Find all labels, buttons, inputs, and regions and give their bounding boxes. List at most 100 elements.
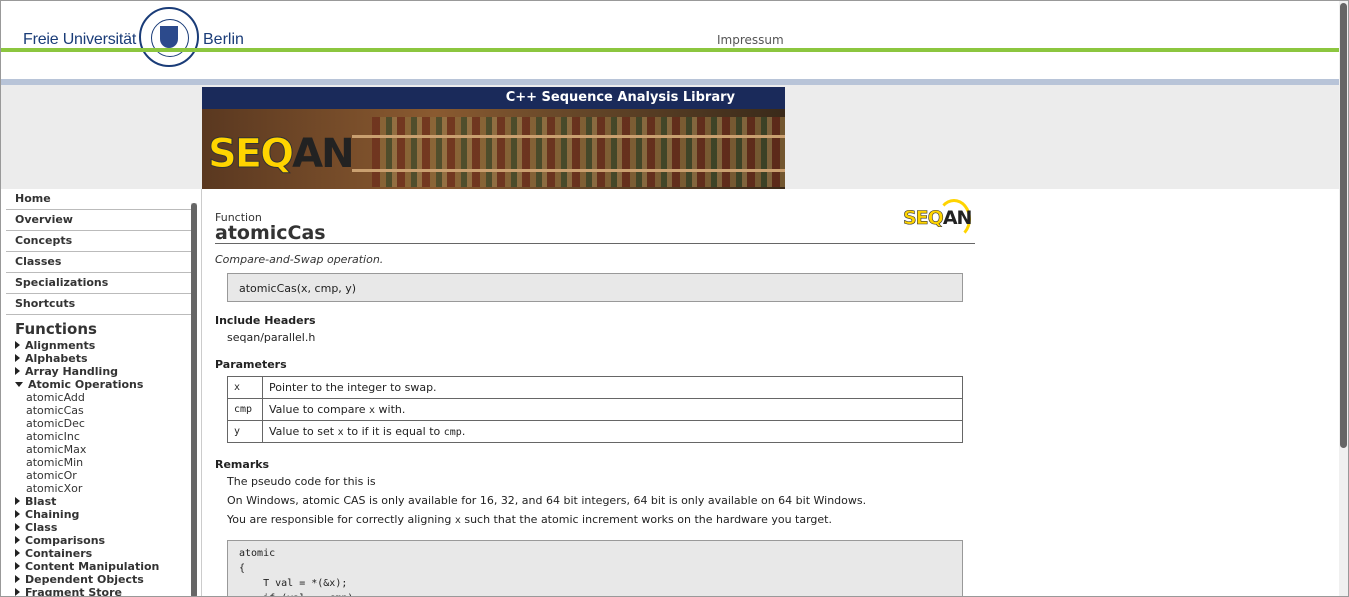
collapsed-triangle-icon bbox=[15, 367, 20, 375]
logo-seq-text: SEQ bbox=[903, 207, 944, 230]
category-containers[interactable]: Containers bbox=[6, 547, 191, 560]
table-row: x Pointer to the integer to swap. bbox=[227, 376, 963, 399]
category-label: Fragment Store bbox=[25, 586, 122, 597]
category-blast[interactable]: Blast bbox=[6, 495, 191, 508]
university-seal-logo[interactable] bbox=[139, 7, 199, 67]
collapsed-triangle-icon bbox=[15, 588, 20, 596]
param-description: Pointer to the integer to swap. bbox=[262, 376, 963, 399]
function-link-atomicor[interactable]: atomicOr bbox=[6, 469, 191, 482]
function-link-atomicmax[interactable]: atomicMax bbox=[6, 443, 191, 456]
collapsed-triangle-icon bbox=[15, 536, 20, 544]
collapsed-triangle-icon bbox=[15, 497, 20, 505]
logo-an-text: AN bbox=[942, 207, 973, 229]
param-name: y bbox=[227, 420, 263, 443]
page-scroll-thumb[interactable] bbox=[1340, 3, 1347, 448]
logo-an-text: AN bbox=[292, 131, 354, 177]
param-desc-text: . bbox=[461, 425, 466, 438]
seal-shield-icon bbox=[160, 26, 178, 48]
function-link-atomiccas[interactable]: atomicCas bbox=[6, 404, 191, 417]
shelf-line bbox=[352, 169, 785, 172]
category-label: Containers bbox=[25, 547, 93, 560]
content-divider bbox=[201, 189, 202, 596]
university-header: Freie Universität Berlin Impressum bbox=[1, 1, 1339, 79]
param-desc-text: with. bbox=[375, 403, 406, 416]
function-link-atomicadd[interactable]: atomicAdd bbox=[6, 391, 191, 404]
parameters-heading: Parameters bbox=[215, 358, 287, 371]
param-description: Value to compare x with. bbox=[262, 398, 963, 421]
function-summary: Compare-and-Swap operation. bbox=[215, 253, 384, 266]
category-atomic-operations[interactable]: Atomic Operations bbox=[6, 378, 191, 391]
atomic-operations-list: atomicAdd atomicCas atomicDec atomicInc atom… bbox=[6, 391, 191, 495]
functions-heading: Functions bbox=[15, 320, 97, 338]
nav-item-home[interactable]: Home bbox=[6, 191, 191, 210]
seqan-logo[interactable]: SEQAN bbox=[207, 131, 354, 178]
banner-title: C++ Sequence Analysis Library bbox=[202, 87, 785, 109]
category-class[interactable]: Class bbox=[6, 521, 191, 534]
param-desc-text: Value to compare bbox=[269, 403, 370, 416]
category-fragment-store[interactable]: Fragment Store bbox=[6, 586, 191, 597]
include-header-link[interactable]: seqan/parallel.h bbox=[227, 331, 315, 344]
category-label: Dependent Objects bbox=[25, 573, 144, 586]
seqan-banner: C++ Sequence Analysis Library SEQAN bbox=[202, 87, 785, 189]
category-array-handling[interactable]: Array Handling bbox=[6, 365, 191, 378]
parameters-table: x Pointer to the integer to swap. cmp Va… bbox=[227, 376, 963, 443]
category-label: Alphabets bbox=[25, 352, 88, 365]
function-categories: Blast Chaining Class Comparisons Containers C… bbox=[6, 495, 191, 597]
collapsed-triangle-icon bbox=[15, 354, 20, 362]
nav-item-overview[interactable]: Overview bbox=[6, 212, 191, 231]
function-link-atomicdec[interactable]: atomicDec bbox=[6, 417, 191, 430]
sidebar-scrollbar[interactable] bbox=[191, 203, 197, 596]
param-name: x bbox=[227, 376, 263, 399]
library-banner-image: SEQAN bbox=[202, 109, 785, 189]
param-desc-text: Pointer to the integer to swap. bbox=[269, 381, 437, 394]
remarks-heading: Remarks bbox=[215, 458, 270, 471]
shelf-line bbox=[352, 135, 785, 138]
page-scrollbar[interactable] bbox=[1339, 1, 1348, 596]
sidebar-main-nav: Home Overview Concepts Classes Specializ… bbox=[6, 191, 191, 315]
pseudo-code-block: atomic { T val = *(&x); if (val == cmp) bbox=[227, 540, 963, 596]
category-label: Array Handling bbox=[25, 365, 119, 378]
nav-item-classes[interactable]: Classes bbox=[6, 254, 191, 273]
category-dependent-objects[interactable]: Dependent Objects bbox=[6, 573, 191, 586]
browser-page: Freie Universität Berlin Impressum C++ S… bbox=[0, 0, 1349, 597]
collapsed-triangle-icon bbox=[15, 523, 20, 531]
function-link-atomicinc[interactable]: atomicInc bbox=[6, 430, 191, 443]
collapsed-triangle-icon bbox=[15, 510, 20, 518]
impressum-link[interactable]: Impressum bbox=[717, 33, 784, 47]
table-row: cmp Value to compare x with. bbox=[227, 398, 963, 421]
function-link-atomicxor[interactable]: atomicXor bbox=[6, 482, 191, 495]
bookshelf-graphic bbox=[372, 117, 785, 187]
remark-text-part: You are responsible for correctly aligni… bbox=[227, 513, 455, 526]
green-divider bbox=[1, 48, 1339, 52]
nav-item-specializations[interactable]: Specializations bbox=[6, 275, 191, 294]
function-link-atomicmin[interactable]: atomicMin bbox=[6, 456, 191, 469]
collapsed-triangle-icon bbox=[15, 341, 20, 349]
seqan-small-logo[interactable]: SEQAN bbox=[903, 199, 975, 245]
category-label: Atomic Operations bbox=[28, 378, 144, 391]
category-comparisons[interactable]: Comparisons bbox=[6, 534, 191, 547]
table-row: y Value to set x to if it is equal to cm… bbox=[227, 420, 963, 443]
category-alignments[interactable]: Alignments bbox=[6, 339, 191, 352]
title-rule bbox=[215, 243, 975, 244]
signature-box: atomicCas(x, cmp, y) bbox=[227, 273, 963, 302]
sidebar-scroll-thumb[interactable] bbox=[191, 203, 197, 596]
category-label: Comparisons bbox=[25, 534, 106, 547]
university-name-right[interactable]: Berlin bbox=[203, 31, 244, 49]
function-categories: Alignments Alphabets Array Handling bbox=[6, 339, 191, 378]
collapsed-triangle-icon bbox=[15, 549, 20, 557]
category-label: Blast bbox=[25, 495, 57, 508]
param-code: cmp bbox=[443, 427, 462, 438]
nav-item-shortcuts[interactable]: Shortcuts bbox=[6, 296, 191, 315]
param-desc-text: Value to set bbox=[269, 425, 338, 438]
university-name-left[interactable]: Freie Universität bbox=[23, 31, 136, 49]
category-content-manipulation[interactable]: Content Manipulation bbox=[6, 560, 191, 573]
include-headers-heading: Include Headers bbox=[215, 314, 316, 327]
remark-text: On Windows, atomic CAS is only available… bbox=[227, 494, 867, 507]
category-label: Chaining bbox=[25, 508, 80, 521]
nav-item-concepts[interactable]: Concepts bbox=[6, 233, 191, 252]
category-label: Class bbox=[25, 521, 58, 534]
category-alphabets[interactable]: Alphabets bbox=[6, 352, 191, 365]
category-chaining[interactable]: Chaining bbox=[6, 508, 191, 521]
collapsed-triangle-icon bbox=[15, 562, 20, 570]
param-name: cmp bbox=[227, 398, 263, 421]
